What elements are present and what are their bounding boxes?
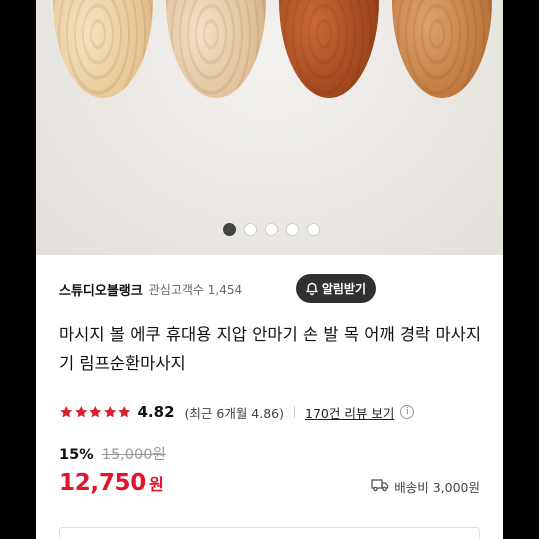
truck-icon (371, 478, 389, 495)
carousel-dot-5[interactable] (307, 223, 320, 236)
carousel-dot-2[interactable] (244, 223, 257, 236)
reviews-link[interactable]: 170건 리뷰 보기 (305, 403, 394, 422)
currency-label: 원 (148, 475, 164, 494)
seller-followers: 관심고객수 1,454 (148, 282, 243, 297)
price-row: 12,750 원 (59, 470, 164, 496)
info-icon[interactable]: i (400, 405, 415, 419)
star-icon (74, 406, 87, 418)
carousel-dot-1[interactable] (223, 223, 236, 236)
recent-rating: (최근 6개월 4.86) (184, 405, 285, 421)
notification-subscribe-button[interactable]: 알림받기 (295, 274, 376, 303)
rating-value: 4.82 (137, 403, 175, 421)
discount-rate: 15% (59, 447, 94, 463)
seller-row: 스튜디오블랭크 관심고객수 1,454 알림받기 (59, 274, 480, 304)
star-icon (89, 406, 102, 418)
product-title: 마시지 볼 에쿠 휴대용 지압 안마기 손 발 목 어깨 경락 마사지기 림프순… (59, 325, 482, 373)
original-price: 15,000원 (101, 447, 166, 463)
star-icon (60, 406, 73, 418)
product-page: 스튜디오블랭크 관심고객수 1,454 알림받기 마시지 볼 에쿠 휴대용 지압… (36, 0, 503, 539)
shipping-fee: 배송비 3,000원 (394, 480, 480, 495)
carousel-dot-4[interactable] (286, 223, 299, 236)
rating-row: 4.82 (최근 6개월 4.86) 170건 리뷰 보기 i (59, 401, 415, 423)
star-icon (103, 406, 116, 418)
carousel-pagination (223, 223, 320, 236)
discount-row: 15% 15,000원 (59, 443, 166, 464)
seller-name[interactable]: 스튜디오블랭크 (59, 280, 143, 299)
shipping-info: 배송비 3,000원 (371, 477, 480, 496)
divider (294, 406, 296, 418)
carousel-dot-3[interactable] (265, 223, 278, 236)
star-rating (59, 405, 132, 419)
product-image-carousel[interactable] (36, 0, 503, 255)
sale-price: 12,750 (59, 470, 146, 496)
option-select-box[interactable] (59, 527, 480, 539)
alarm-button-label: 알림받기 (321, 282, 366, 296)
bell-icon (305, 282, 319, 296)
star-icon (118, 406, 131, 418)
